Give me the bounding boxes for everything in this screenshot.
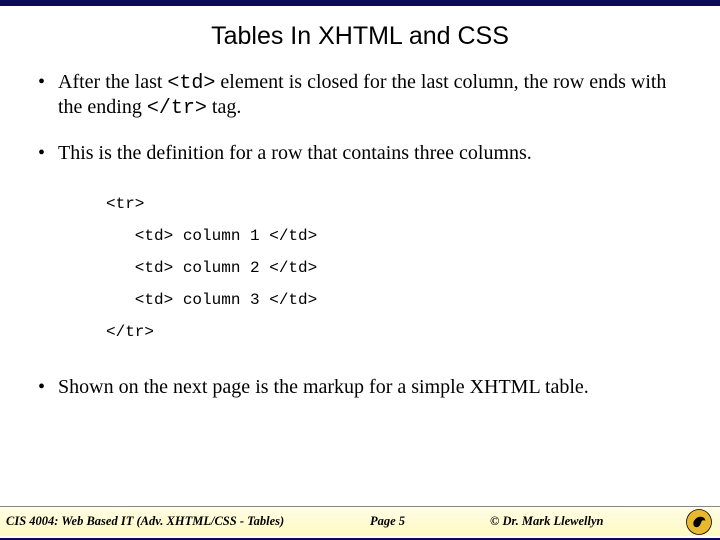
bullet-text: After the last [58,71,167,93]
bullet-list: After the last <td> element is closed fo… [36,71,684,166]
bullet-item: This is the definition for a row that co… [36,142,684,166]
pegasus-logo-icon [686,509,712,535]
inline-code: <td> [167,72,215,95]
slide: Tables In XHTML and CSS After the last <… [0,0,720,540]
bullet-text: This is the definition for a row that co… [58,142,532,164]
code-example: <tr> <td> column 1 </td> <td> column 2 <… [106,188,684,348]
slide-title: Tables In XHTML and CSS [0,22,720,51]
bullet-text: Shown on the next page is the markup for… [58,376,589,398]
footer-page: Page 5 [370,514,490,529]
bullet-text: tag. [207,96,241,118]
inline-code: </tr> [147,97,207,120]
bullet-list: Shown on the next page is the markup for… [36,376,684,400]
footer-author: © Dr. Mark Llewellyn [490,514,640,529]
footer-course: CIS 4004: Web Based IT (Adv. XHTML/CSS -… [0,514,370,529]
bullet-item: After the last <td> element is closed fo… [36,71,684,120]
bullet-item: Shown on the next page is the markup for… [36,376,684,400]
footer-logo-wrap [640,509,720,535]
slide-footer: CIS 4004: Web Based IT (Adv. XHTML/CSS -… [0,506,720,536]
slide-content: After the last <td> element is closed fo… [0,71,720,538]
